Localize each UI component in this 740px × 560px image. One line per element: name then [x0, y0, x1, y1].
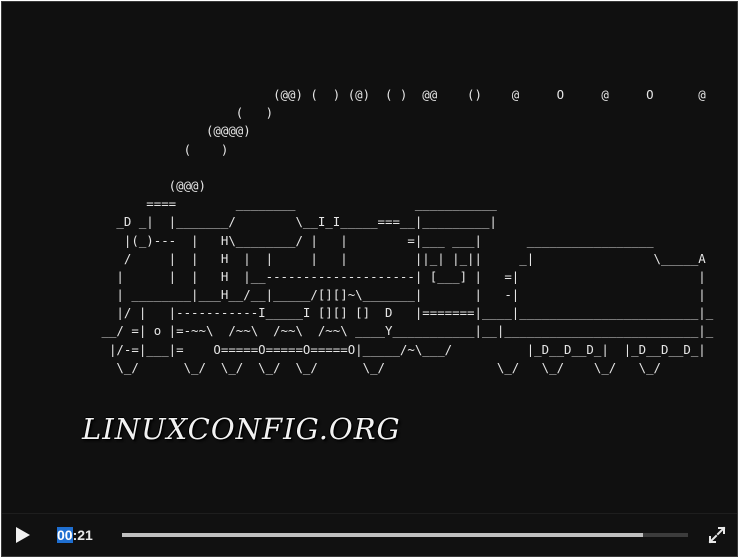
- ascii-line: (@@@@): [12, 123, 251, 139]
- time-minutes: 00: [57, 527, 73, 543]
- ascii-line: (@@@): [12, 177, 206, 193]
- control-bar: 00:21: [2, 513, 737, 556]
- ascii-line: | | | H |__--------------------| [___] |…: [12, 268, 706, 284]
- video-screen[interactable]: (@@) ( ) (@) ( ) @@ () @ O @ O @ ( ) (@@…: [2, 2, 737, 514]
- ascii-line: [12, 159, 713, 177]
- ascii-line: ( ): [12, 141, 229, 157]
- progress-bar[interactable]: [122, 533, 688, 537]
- fullscreen-button[interactable]: [707, 525, 727, 545]
- ascii-line: _D _| |_______/ \__I_I_____===__|_______…: [12, 214, 497, 230]
- ascii-line: | ________|___H__/__|_____/[][]~\_______…: [12, 287, 706, 303]
- time-seconds: :21: [72, 527, 93, 543]
- fullscreen-icon: [708, 526, 726, 544]
- ascii-line: |/ | |-----------I_____I [][] [] D |====…: [12, 305, 714, 321]
- current-time: 00:21: [57, 526, 93, 544]
- ascii-line: __/ =| o |=-~~\ /~~\ /~~\ /~~\ ____Y____…: [12, 323, 714, 339]
- play-icon: [16, 527, 30, 543]
- play-button[interactable]: [10, 523, 34, 547]
- progress-fill: [122, 533, 643, 537]
- ascii-line: / | | H | | | | ||_| |_|| _| \_____A: [12, 250, 706, 266]
- ascii-line: \_/ \_/ \_/ \_/ \_/ \_/ \_/ \_/ \_/ \_/: [12, 359, 662, 375]
- ascii-line: ( ): [12, 105, 274, 121]
- video-player: (@@) ( ) (@) ( ) @@ () @ O @ O @ ( ) (@@…: [1, 1, 738, 557]
- ascii-line: |(_)--- | H\________/ | | =|___ ___| ___…: [12, 232, 654, 248]
- ascii-line: |/-=|___|= O=====O=====O=====O|_____/~\_…: [12, 341, 706, 357]
- ascii-line: (@@) ( ) (@) ( ) @@ () @ O @ O @: [12, 87, 706, 102]
- ascii-train-art: (@@) ( ) (@) ( ) @@ () @ O @ O @ ( ) (@@…: [12, 86, 714, 377]
- ascii-line: ==== ________ ___________: [12, 196, 497, 212]
- watermark: LINUXCONFIG.ORG: [82, 412, 401, 446]
